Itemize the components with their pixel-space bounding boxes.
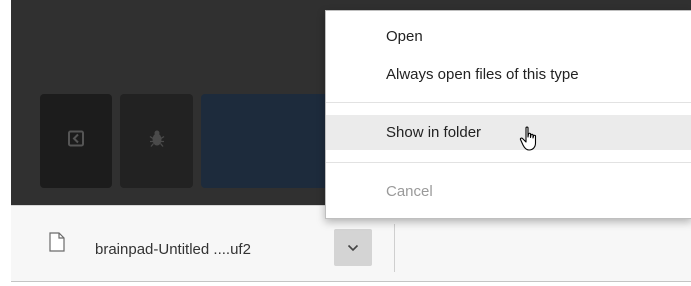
bug-icon <box>149 130 165 153</box>
app-tile-debug[interactable] <box>120 94 193 188</box>
menu-item-show-in-folder[interactable]: Show in folder <box>326 115 691 150</box>
file-icon <box>49 232 65 257</box>
chevron-down-icon <box>347 244 359 252</box>
browser-window: brainpad-Untitled ....uf2 Open Always op… <box>11 0 691 286</box>
app-tile-exit[interactable] <box>40 94 112 188</box>
menu-separator <box>326 102 691 103</box>
download-context-menu: Open Always open files of this type Show… <box>325 10 691 219</box>
hand-pointer-icon <box>519 126 541 157</box>
menu-separator <box>326 162 691 163</box>
menu-item-open[interactable]: Open <box>326 25 691 49</box>
exit-icon <box>68 130 84 152</box>
shelf-divider <box>394 224 395 272</box>
download-menu-button[interactable] <box>334 229 372 266</box>
menu-item-always-open[interactable]: Always open files of this type <box>326 63 691 87</box>
download-file-name: brainpad-Untitled ....uf2 <box>95 241 251 258</box>
window-bottom-edge <box>11 281 691 286</box>
menu-item-cancel[interactable]: Cancel <box>326 180 691 204</box>
